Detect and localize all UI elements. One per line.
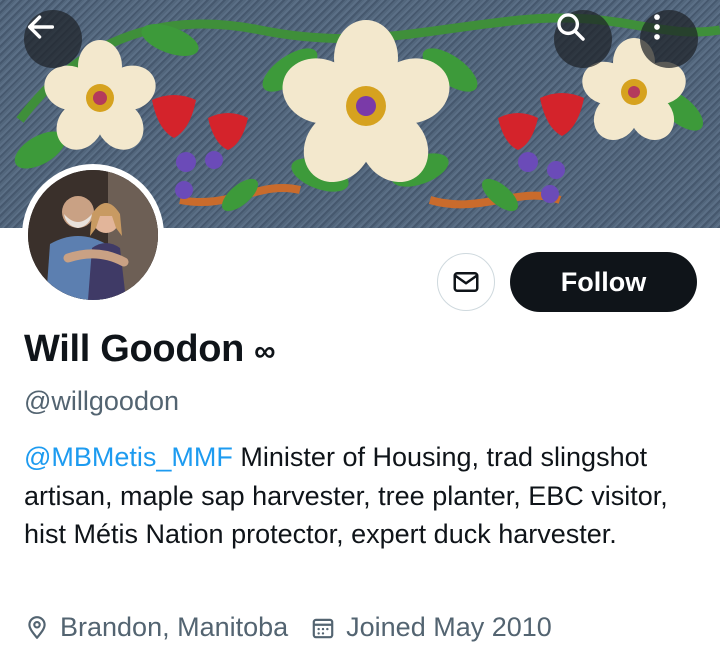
more-options-button[interactable] — [640, 10, 698, 68]
location-text: Brandon, Manitoba — [60, 612, 289, 642]
profile-handle: @willgoodon — [24, 386, 179, 416]
envelope-icon — [453, 272, 479, 292]
profile-meta: Brandon, Manitoba Joined May 2010 — [24, 612, 552, 643]
back-button[interactable] — [24, 10, 82, 68]
message-button[interactable] — [437, 253, 495, 311]
profile-bio: @MBMetis_MMF Minister of Housing, trad s… — [24, 438, 700, 554]
follow-button[interactable]: Follow — [510, 252, 697, 312]
calendar-icon — [312, 618, 334, 638]
arrow-left-icon — [27, 15, 55, 39]
profile-name-row: Will Goodon ∞ — [24, 328, 275, 371]
joined-item: Joined May 2010 — [310, 612, 552, 643]
infinity-badge: ∞ — [254, 334, 276, 368]
location-item: Brandon, Manitoba — [24, 612, 288, 643]
display-name: Will Goodon — [24, 328, 245, 370]
avatar-image — [28, 170, 158, 300]
search-button[interactable] — [554, 10, 612, 68]
location-pin-icon — [28, 615, 46, 639]
joined-text: Joined May 2010 — [346, 612, 552, 642]
bio-mention-link[interactable]: @MBMetis_MMF — [24, 442, 233, 472]
more-vertical-icon — [654, 14, 660, 40]
avatar[interactable] — [22, 164, 164, 306]
search-icon — [557, 13, 585, 41]
